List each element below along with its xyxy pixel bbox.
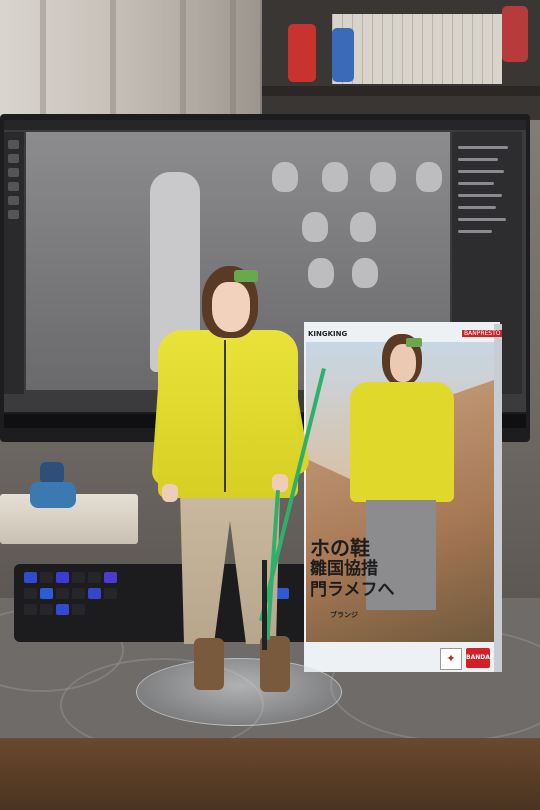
figure-boot-left [194,638,224,690]
box-title: ホの鞋 雛国協措 門ラメフへ [310,538,420,601]
bookshelf [262,0,540,120]
box-title-line3: 門ラメフへ [310,580,395,600]
shelf-figurine [502,6,528,62]
blue-figurine [332,28,354,82]
box-brand-label: KINGKING [308,330,348,338]
wooden-table-edge [0,738,540,810]
app-menubar [4,120,526,130]
photo-scene: KINGKING BANPRESTO ホの鞋 雛国協措 門ラメフへ ブランジ ✦… [0,0,540,810]
demon-slayer-logo: ✦ [440,648,462,670]
app-toolbar [4,132,24,394]
box-title-line1: ホの鞋 [310,536,370,560]
figure-jacket [158,330,298,498]
figure-face [212,282,250,332]
bandai-logo: BANDAI [466,648,492,668]
product-box-side [494,324,502,672]
figure-acrylic-base [136,658,342,726]
box-figure-headband [406,338,422,347]
figure-headband [234,270,258,282]
figure-jacket-zipper [224,340,226,492]
box-figure-face [390,344,416,382]
robot-toy [30,462,76,514]
box-banpresto-logo: BANPRESTO [462,330,503,337]
box-title-line2: 雛国協措 [310,559,378,579]
box-figure-jacket [350,382,454,502]
shelf-board [262,86,540,96]
figure-hand-left [162,484,178,502]
box-subtitle: ブランジ [330,611,358,619]
trekking-pole-grip [262,560,267,650]
red-figurine [288,24,316,82]
